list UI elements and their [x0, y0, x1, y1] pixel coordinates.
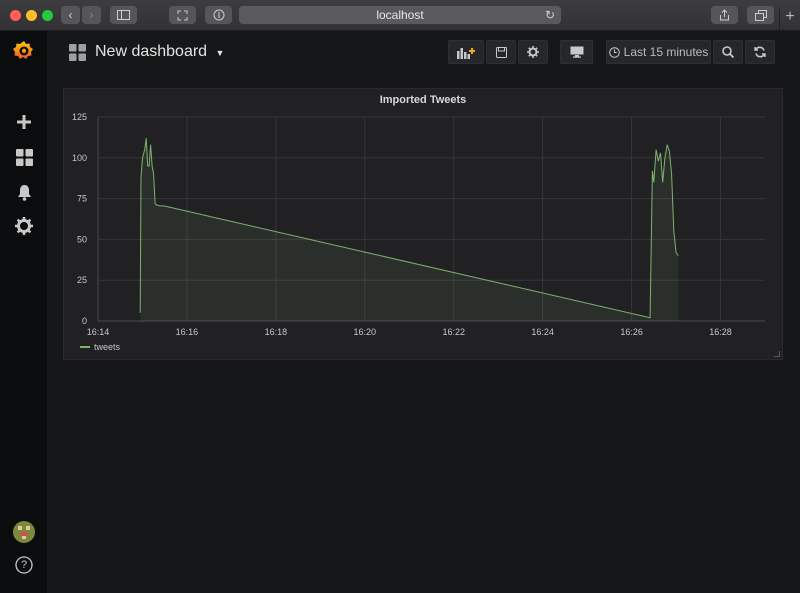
avatar[interactable]	[12, 520, 36, 544]
forward-button[interactable]: ›	[82, 6, 101, 24]
zoom-out-button[interactable]	[713, 40, 743, 64]
browser-toolbar: ‹ › localhost ↻ +	[0, 0, 800, 31]
password-button[interactable]	[205, 6, 232, 24]
graph-panel[interactable]: Imported Tweets 0 25 50 75 100 125 16:14 16:16 1…	[63, 88, 783, 360]
legend-swatch	[80, 346, 90, 348]
gear-icon[interactable]	[12, 214, 36, 238]
x-tick-label: 16:18	[265, 327, 288, 337]
tabs-overview-button[interactable]	[747, 6, 774, 24]
sidebar-toggle-button[interactable]	[110, 6, 137, 24]
share-icon	[720, 9, 729, 21]
address-bar[interactable]: localhost ↻	[239, 6, 561, 24]
plus-icon[interactable]	[12, 110, 36, 134]
save-dashboard-button[interactable]	[486, 40, 516, 64]
x-tick-label: 16:28	[709, 327, 732, 337]
key-icon	[213, 9, 224, 21]
add-panel-icon	[457, 47, 475, 59]
x-tick-label: 16:24	[531, 327, 554, 337]
panel-resize-handle[interactable]	[774, 351, 780, 357]
y-tick-label: 50	[77, 234, 87, 244]
back-button[interactable]: ‹	[61, 6, 80, 24]
help-icon[interactable]: ?	[12, 553, 36, 577]
settings-icon	[527, 46, 539, 58]
y-tick-label: 125	[72, 112, 87, 122]
plus-icon: +	[785, 8, 795, 25]
time-range-picker[interactable]: Last 15 minutes	[606, 40, 711, 64]
share-button[interactable]	[711, 6, 738, 24]
side-menu: ?	[0, 31, 47, 593]
bell-icon[interactable]	[12, 180, 36, 204]
add-panel-button[interactable]	[448, 40, 484, 64]
new-tab-button[interactable]: +	[779, 8, 800, 30]
y-tick-label: 0	[82, 316, 87, 326]
reload-icon[interactable]: ↻	[545, 8, 555, 22]
refresh-icon	[754, 46, 766, 58]
x-tick-label: 16:16	[176, 327, 199, 337]
minimize-window-button[interactable]	[26, 10, 37, 21]
y-tick-label: 75	[77, 194, 87, 204]
url-text: localhost	[376, 8, 424, 22]
panel-title[interactable]: Imported Tweets	[64, 94, 782, 106]
dashboard-picker-icon[interactable]	[69, 44, 86, 66]
clock-icon	[608, 46, 620, 58]
dashboard-title[interactable]: New dashboard ▼	[95, 43, 224, 61]
chevron-right-icon: ›	[89, 8, 94, 22]
y-tick-label: 100	[72, 153, 87, 163]
dashboard-title-text: New dashboard	[95, 43, 208, 60]
chart-legend: tweets	[80, 342, 120, 352]
chevron-left-icon: ‹	[68, 8, 73, 22]
tabs-icon	[754, 9, 767, 21]
x-tick-label: 16:14	[87, 327, 110, 337]
help-label: ?	[20, 559, 28, 571]
x-tick-label: 16:20	[354, 327, 377, 337]
fullscreen-button[interactable]	[169, 6, 196, 24]
x-tick-label: 16:26	[620, 327, 643, 337]
zoom-out-icon	[722, 46, 734, 58]
series-area-tweets	[140, 138, 679, 321]
close-window-button[interactable]	[10, 10, 21, 21]
save-icon	[495, 46, 507, 58]
caret-down-icon: ▼	[215, 48, 225, 58]
tweets-chart: 0 25 50 75 100 125 16:14 16:16 16:18 16:20 16:22 16…	[72, 112, 765, 337]
x-tick-label: 16:22	[442, 327, 465, 337]
y-tick-label: 25	[77, 275, 87, 285]
legend-item-tweets[interactable]: tweets	[94, 342, 120, 352]
zoom-window-button[interactable]	[42, 10, 53, 21]
tv-icon	[570, 46, 583, 58]
sidebar-icon	[117, 10, 130, 20]
dashboard-navbar: New dashboard ▼ Last 15 minutes	[47, 31, 800, 75]
refresh-button[interactable]	[745, 40, 775, 64]
grafana-logo-icon[interactable]	[12, 39, 36, 63]
expand-icon	[177, 10, 188, 20]
time-range-label: Last 15 minutes	[623, 45, 709, 59]
view-mode-button[interactable]	[560, 40, 593, 64]
dashboards-icon[interactable]	[12, 145, 36, 169]
dashboard-settings-button[interactable]	[518, 40, 548, 64]
